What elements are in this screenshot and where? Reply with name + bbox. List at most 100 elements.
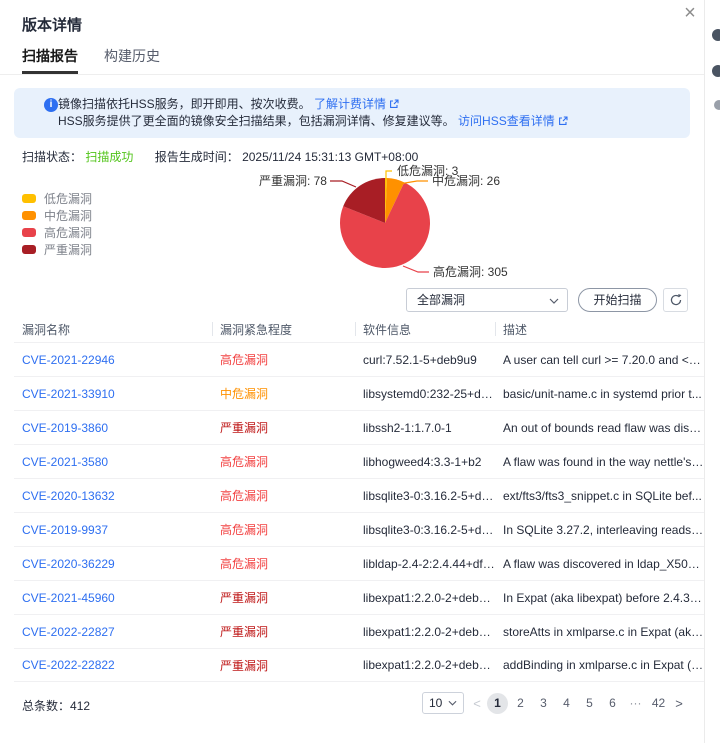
next-page-icon[interactable]: > (671, 696, 687, 711)
table-row: CVE-2020-13632 高危漏洞 libsqlite3-0:3.16.2-… (14, 478, 704, 512)
scan-status-label: 扫描状态： (22, 150, 82, 164)
dialog-title: 版本详情 (22, 14, 82, 35)
cve-link[interactable]: CVE-2022-22827 (22, 625, 115, 639)
pie-label-medium: 中危漏洞: 26 (432, 173, 500, 188)
filter-selected-value: 全部漏洞 (417, 293, 465, 307)
description: An out of bounds read flaw was disc... (495, 421, 704, 435)
banner-line-1: 镜像扫描依托HSS服务，即开即用、按次收费。 了解计费详情 (58, 96, 676, 113)
cve-link[interactable]: CVE-2019-9937 (22, 523, 108, 537)
table-row: CVE-2019-9937 高危漏洞 libsqlite3-0:3.16.2-5… (14, 512, 704, 546)
description: In Expat (aka libexpat) before 2.4.3, ..… (495, 591, 704, 605)
description: A flaw was discovered in ldap_X509... (495, 557, 704, 571)
table-header-row: 漏洞名称 漏洞紧急程度 软件信息 描述 (14, 316, 704, 342)
table-row: CVE-2022-22827 严重漏洞 libexpat1:2.2.0-2+de… (14, 614, 704, 648)
banner-line-2-text: HSS服务提供了更全面的镜像安全扫描结果，包括漏洞详情、修复建议等。 (58, 114, 455, 128)
side-toolbar-icon[interactable] (714, 100, 720, 110)
info-icon: i (44, 98, 58, 112)
page-size-value: 10 (429, 696, 442, 710)
version-details-dialog: 版本详情 × 扫描报告 构建历史 i 镜像扫描依托HSS服务，即开即用、按次收费… (0, 0, 720, 743)
close-icon[interactable]: × (680, 2, 700, 25)
scan-status-value: 扫描成功 (85, 150, 133, 164)
pagination-page[interactable]: 6 (602, 693, 623, 714)
visit-hss-link[interactable]: 访问HSS查看详情 (458, 114, 568, 128)
severity-badge: 高危漏洞 (220, 455, 268, 469)
pagination-page[interactable]: 4 (556, 693, 577, 714)
prev-page-icon[interactable]: < (469, 696, 485, 711)
header-software: 软件信息 (355, 316, 495, 342)
tab-bar: 扫描报告 构建历史 (0, 46, 704, 75)
software-info: libexpat1:2.2.0-2+deb9u1 (355, 591, 495, 605)
severity-badge: 严重漏洞 (220, 659, 268, 673)
description: A user can tell curl >= 7.20.0 and <=... (495, 353, 704, 367)
tab-build-history[interactable]: 构建历史 (104, 46, 160, 74)
cve-link[interactable]: CVE-2020-36229 (22, 557, 115, 571)
pagination-page[interactable]: 3 (533, 693, 554, 714)
software-info: libexpat1:2.2.0-2+deb9u1 (355, 658, 495, 672)
cve-link[interactable]: CVE-2021-22946 (22, 353, 115, 367)
header-urgency: 漏洞紧急程度 (212, 316, 355, 342)
external-link-icon (389, 99, 399, 109)
external-link-icon (558, 116, 568, 126)
side-toolbar-strip (704, 0, 720, 743)
report-time-value: 2025/11/24 15:31:13 GMT+08:00 (242, 150, 418, 164)
tab-scan-report[interactable]: 扫描报告 (22, 46, 78, 74)
description: ext/fts3/fts3_snippet.c in SQLite bef... (495, 489, 704, 503)
software-info: libsqlite3-0:3.16.2-5+deb... (355, 489, 495, 503)
header-vuln-name: 漏洞名称 (14, 316, 212, 342)
pagination-page[interactable]: 42 (648, 693, 669, 714)
pagination: < 123456···42 > (469, 692, 687, 714)
description: In SQLite 3.27.2, interleaving reads ... (495, 523, 704, 537)
cve-link[interactable]: CVE-2019-3860 (22, 421, 108, 435)
vulnerability-pie-chart: 低危漏洞: 3 中危漏洞: 26 严重漏洞: 78 高危漏洞: 305 (0, 164, 704, 288)
severity-badge: 严重漏洞 (220, 421, 268, 435)
start-scan-button[interactable]: 开始扫描 (578, 288, 657, 312)
table-row: CVE-2022-22822 严重漏洞 libexpat1:2.2.0-2+de… (14, 648, 704, 682)
hss-info-banner: i 镜像扫描依托HSS服务，即开即用、按次收费。 了解计费详情 HSS服务提供了… (14, 88, 690, 138)
chevron-down-icon (448, 700, 457, 706)
severity-badge: 高危漏洞 (220, 489, 268, 503)
chevron-down-icon (549, 298, 559, 304)
table-row: CVE-2021-3580 高危漏洞 libhogweed4:3.3-1+b2 … (14, 444, 704, 478)
banner-line-2: HSS服务提供了更全面的镜像安全扫描结果，包括漏洞详情、修复建议等。 访问HSS… (58, 113, 676, 130)
pagination-page[interactable]: 5 (579, 693, 600, 714)
description: storeAtts in xmlparse.c in Expat (aka... (495, 625, 704, 639)
scan-status-row: 扫描状态： 扫描成功 报告生成时间： 2025/11/24 15:31:13 G… (22, 148, 418, 165)
description: basic/unit-name.c in systemd prior t... (495, 387, 704, 401)
refresh-button[interactable] (663, 288, 688, 312)
pagination-ellipsis: ··· (625, 693, 646, 714)
cve-link[interactable]: CVE-2020-13632 (22, 489, 115, 503)
side-toolbar-icon[interactable] (712, 65, 720, 77)
vulnerability-chart-area: 低危漏洞 中危漏洞 高危漏洞 严重漏洞 低危漏洞: 3 中危漏洞: 26 严重漏… (0, 164, 704, 288)
severity-badge: 高危漏洞 (220, 353, 268, 367)
refresh-icon (669, 293, 683, 307)
page-numbers: 123456···42 (487, 693, 669, 714)
software-info: libldap-2.4-2:2.4.44+dfsg... (355, 557, 495, 571)
pie-slices[interactable] (340, 178, 430, 268)
cve-link[interactable]: CVE-2021-33910 (22, 387, 115, 401)
vulnerability-filter-select[interactable]: 全部漏洞 (406, 288, 568, 312)
vulnerability-table: 漏洞名称 漏洞紧急程度 软件信息 描述 CVE-2021-22946 高危漏洞 … (14, 316, 704, 682)
software-info: libssh2-1:1.7.0-1 (355, 421, 495, 435)
billing-details-link[interactable]: 了解计费详情 (314, 97, 399, 111)
total-count-value: 412 (70, 699, 90, 713)
table-row: CVE-2021-22946 高危漏洞 curl:7.52.1-5+deb9u9… (14, 342, 704, 376)
table-body: CVE-2021-22946 高危漏洞 curl:7.52.1-5+deb9u9… (14, 342, 704, 682)
pagination-page[interactable]: 2 (510, 693, 531, 714)
total-count: 总条数：412 (22, 697, 90, 714)
severity-badge: 严重漏洞 (220, 591, 268, 605)
cve-link[interactable]: CVE-2021-3580 (22, 455, 108, 469)
cve-link[interactable]: CVE-2021-45960 (22, 591, 115, 605)
header-description: 描述 (495, 316, 704, 342)
cve-link[interactable]: CVE-2022-22822 (22, 658, 115, 672)
page-size-select[interactable]: 10 (422, 692, 464, 714)
software-info: libsqlite3-0:3.16.2-5+deb... (355, 523, 495, 537)
table-row: CVE-2021-33910 中危漏洞 libsystemd0:232-25+d… (14, 376, 704, 410)
table-row: CVE-2019-3860 严重漏洞 libssh2-1:1.7.0-1 An … (14, 410, 704, 444)
table-row: CVE-2021-45960 严重漏洞 libexpat1:2.2.0-2+de… (14, 580, 704, 614)
software-info: libhogweed4:3.3-1+b2 (355, 455, 495, 469)
table-row: CVE-2020-36229 高危漏洞 libldap-2.4-2:2.4.44… (14, 546, 704, 580)
severity-badge: 中危漏洞 (220, 387, 268, 401)
software-info: curl:7.52.1-5+deb9u9 (355, 353, 495, 367)
side-toolbar-icon[interactable] (712, 29, 720, 41)
pagination-page[interactable]: 1 (487, 693, 508, 714)
